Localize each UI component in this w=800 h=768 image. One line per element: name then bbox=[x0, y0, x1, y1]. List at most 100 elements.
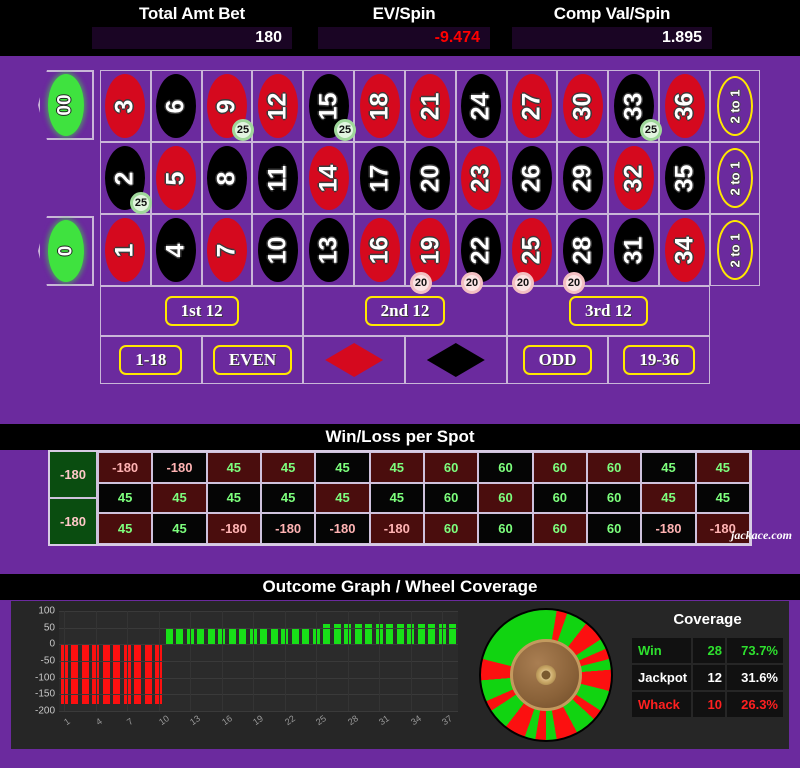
bet-spot-24[interactable]: 24 bbox=[455, 70, 507, 142]
x-tick-label: 19 bbox=[251, 713, 266, 728]
single-zero-oval: 0 bbox=[48, 220, 84, 282]
bet-chip[interactable]: 25 bbox=[130, 192, 152, 214]
winloss-cell: 45 bbox=[260, 452, 316, 483]
bet-spot-36[interactable]: 36 bbox=[659, 70, 710, 142]
vertical-gridline bbox=[158, 611, 160, 711]
bet-spot-34[interactable]: 34 bbox=[659, 214, 710, 286]
roulette-betting-layout: 00 0 3 6 9 12 15 18 21 24 27 30 33 36 2 5 8 11 14 17 20 23 2… bbox=[0, 56, 800, 404]
x-tick-label: 4 bbox=[93, 716, 104, 728]
bet-spot-29[interactable]: 29 bbox=[557, 142, 609, 214]
coverage-row: Win 28 73.7% bbox=[632, 638, 783, 663]
winloss-cell: 60 bbox=[478, 452, 533, 483]
bet-spot-18[interactable]: 18 bbox=[354, 70, 405, 142]
bet-spot-17[interactable]: 17 bbox=[354, 142, 405, 214]
winloss-cell: 45 bbox=[98, 482, 153, 514]
dozen-bet-1[interactable]: 1st 12 bbox=[100, 286, 304, 336]
bet-spot-6[interactable]: 6 bbox=[150, 70, 202, 142]
y-tick-label: -100 bbox=[34, 672, 55, 684]
vertical-gridline bbox=[442, 611, 444, 711]
number-oval: 27 bbox=[512, 74, 553, 138]
column-bet-label: 2 to 1 bbox=[727, 161, 743, 195]
outside-bet-red[interactable] bbox=[303, 336, 405, 384]
outside-bet-19-36[interactable]: 19-36 bbox=[608, 336, 710, 384]
y-tick-label: -150 bbox=[34, 688, 55, 700]
bet-spot-30[interactable]: 30 bbox=[557, 70, 609, 142]
coverage-pct: 31.6% bbox=[727, 665, 783, 690]
y-tick-label: 0 bbox=[49, 638, 55, 650]
x-tick-label: 34 bbox=[408, 713, 423, 728]
black-diamond-icon bbox=[426, 343, 485, 377]
column-bet-oval: 2 to 1 bbox=[717, 220, 753, 280]
gridline bbox=[59, 644, 458, 646]
bet-spot-21[interactable]: 21 bbox=[404, 70, 456, 142]
number-oval: 14 bbox=[308, 146, 349, 210]
outside-bet-odd[interactable]: ODD bbox=[506, 336, 609, 384]
bet-spot-5[interactable]: 5 bbox=[150, 142, 202, 214]
chart-bar bbox=[71, 644, 79, 705]
coverage-count: 28 bbox=[693, 638, 725, 663]
bet-spot-7[interactable]: 7 bbox=[201, 214, 253, 286]
bet-chip[interactable]: 20 bbox=[410, 272, 432, 294]
bet-spot-14[interactable]: 14 bbox=[303, 142, 355, 214]
chart-bar bbox=[228, 629, 236, 645]
column-bet-label: 2 to 1 bbox=[727, 89, 743, 123]
outside-bet-even[interactable]: EVEN bbox=[201, 336, 304, 384]
wheel-coverage-diagram bbox=[466, 601, 626, 749]
bet-spot-32[interactable]: 32 bbox=[608, 142, 660, 214]
bet-spot-3[interactable]: 3 bbox=[100, 70, 151, 142]
column-bet-label: 2 to 1 bbox=[727, 233, 743, 267]
number-label: 4 bbox=[161, 243, 190, 257]
column-bet-1[interactable]: 2 to 1 bbox=[710, 70, 760, 142]
dozen-bet-3[interactable]: 3rd 12 bbox=[506, 286, 710, 336]
stat-value: 1.895 bbox=[512, 27, 712, 49]
outside-bets: 1-18 EVEN ODD 19-36 bbox=[100, 336, 710, 384]
bet-spot-35[interactable]: 35 bbox=[659, 142, 710, 214]
chart-bar bbox=[291, 629, 299, 645]
bet-spot-12[interactable]: 12 bbox=[252, 70, 304, 142]
bet-spot-single-zero[interactable]: 0 bbox=[38, 216, 94, 286]
bet-spot-4[interactable]: 4 bbox=[150, 214, 202, 286]
winloss-cell: 45 bbox=[152, 513, 207, 544]
number-label: 17 bbox=[365, 164, 394, 192]
bet-spot-27[interactable]: 27 bbox=[506, 70, 558, 142]
winloss-cell: 45 bbox=[695, 482, 750, 514]
bet-spot-16[interactable]: 16 bbox=[354, 214, 405, 286]
chart-bar bbox=[239, 629, 247, 645]
bet-spot-23[interactable]: 23 bbox=[455, 142, 507, 214]
outside-bet-black[interactable] bbox=[404, 336, 507, 384]
bet-spot-31[interactable]: 31 bbox=[608, 214, 660, 286]
number-label: 24 bbox=[466, 92, 495, 120]
winloss-cell: 60 bbox=[423, 452, 479, 483]
bet-spot-26[interactable]: 26 bbox=[506, 142, 558, 214]
column-bet-3[interactable]: 2 to 1 bbox=[710, 214, 760, 286]
bet-chip[interactable]: 25 bbox=[640, 119, 662, 141]
vertical-gridline bbox=[64, 611, 66, 711]
bet-chip[interactable]: 25 bbox=[232, 119, 254, 141]
bet-spot-13[interactable]: 13 bbox=[303, 214, 355, 286]
dozen-bet-2[interactable]: 2nd 12 bbox=[303, 286, 507, 336]
bet-chip[interactable]: 20 bbox=[461, 272, 483, 294]
bet-spot-11[interactable]: 11 bbox=[252, 142, 304, 214]
bet-spot-8[interactable]: 8 bbox=[201, 142, 253, 214]
dozen-label: 2nd 12 bbox=[364, 296, 446, 326]
chart-bar bbox=[113, 644, 121, 705]
number-oval: 24 bbox=[461, 74, 502, 138]
bet-chip[interactable]: 25 bbox=[334, 119, 356, 141]
stat-label: Total Amt Bet bbox=[138, 4, 245, 23]
coverage-row: Jackpot 12 31.6% bbox=[632, 665, 783, 690]
bet-chip[interactable]: 20 bbox=[512, 272, 534, 294]
bet-spot-20[interactable]: 20 bbox=[404, 142, 456, 214]
bet-spot-1[interactable]: 1 bbox=[100, 214, 151, 286]
winloss-cell: 45 bbox=[260, 482, 316, 514]
chart-bar bbox=[197, 629, 205, 645]
bet-spot-10[interactable]: 10 bbox=[252, 214, 304, 286]
number-oval: 16 bbox=[359, 218, 400, 282]
coverage-pct: 26.3% bbox=[727, 692, 783, 717]
column-bet-2[interactable]: 2 to 1 bbox=[710, 142, 760, 214]
vertical-gridline bbox=[190, 611, 192, 711]
bet-chip[interactable]: 20 bbox=[563, 272, 585, 294]
winloss-cell: 45 bbox=[206, 452, 261, 483]
outside-bet-1-18[interactable]: 1-18 bbox=[100, 336, 202, 384]
bet-spot-double-zero[interactable]: 00 bbox=[38, 70, 94, 140]
x-tick-label: 22 bbox=[282, 713, 297, 728]
